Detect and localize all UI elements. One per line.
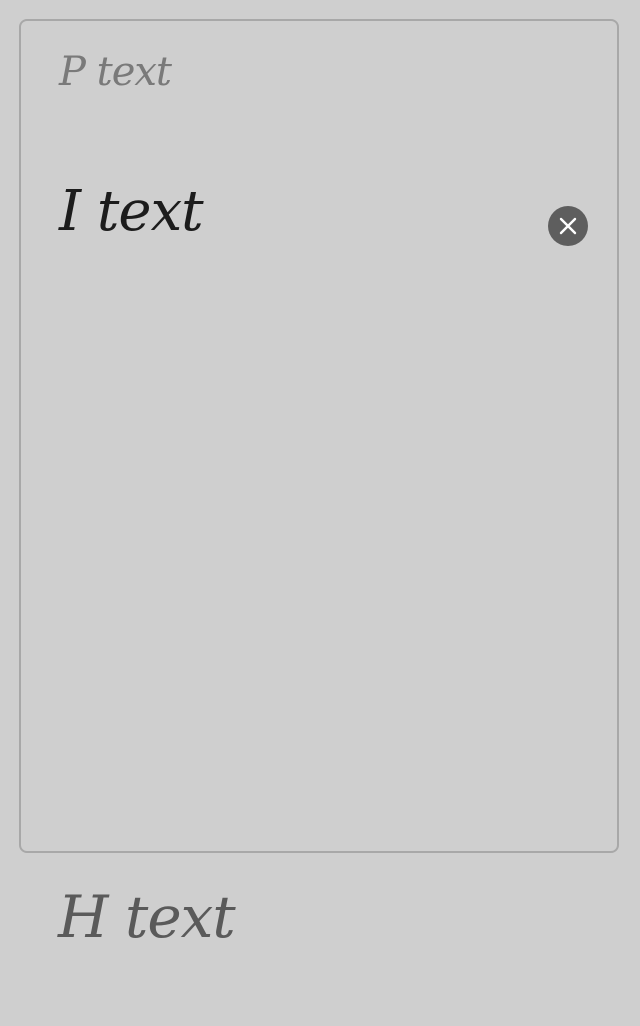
field-placeholder-label: P text xyxy=(59,49,172,95)
clear-button[interactable] xyxy=(548,206,588,246)
helper-text: H text xyxy=(58,883,236,951)
close-icon xyxy=(559,217,577,235)
field-input-value[interactable]: I text xyxy=(59,179,204,244)
screen: P text I text H text xyxy=(0,0,640,1026)
text-field[interactable]: P text I text xyxy=(19,19,619,853)
